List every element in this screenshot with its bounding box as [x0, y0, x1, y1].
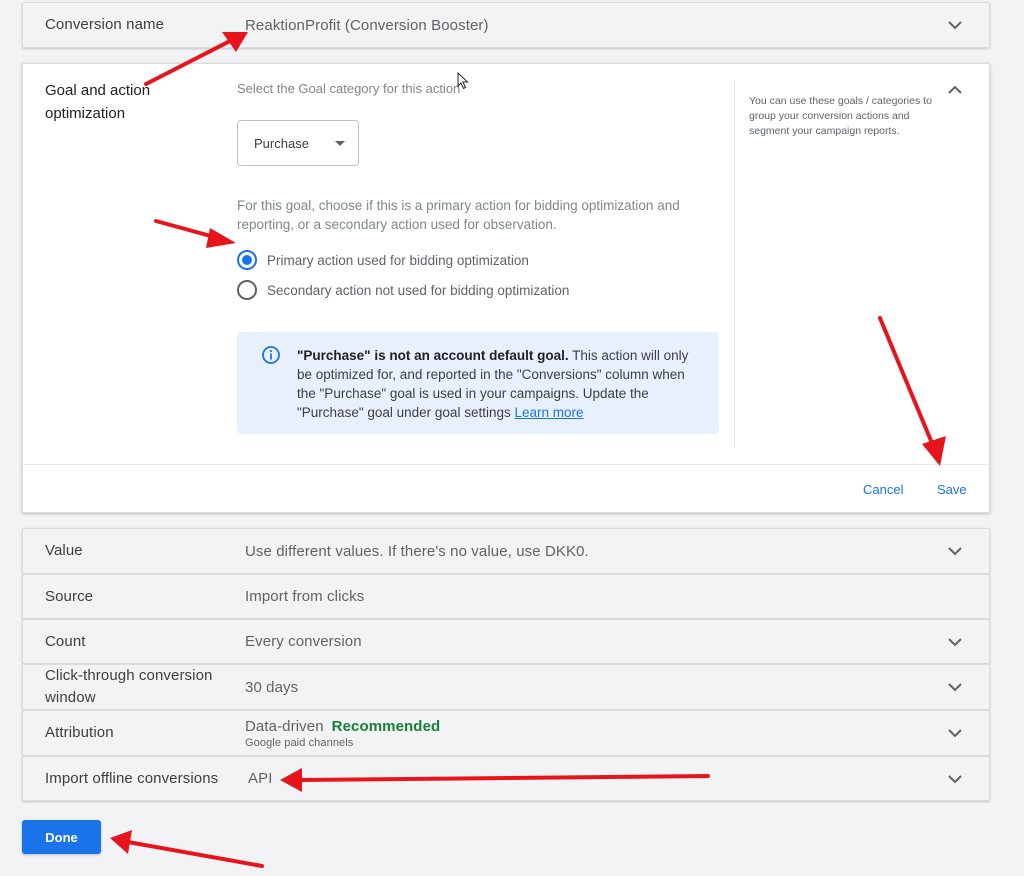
- count-label: Count: [45, 632, 86, 650]
- radio-checked-icon[interactable]: [237, 250, 257, 270]
- goal-optimization-panel: Goal and action optimization Select the …: [22, 63, 990, 513]
- click-through-window-label: Click-through conversion window: [45, 667, 213, 706]
- arrow-to-done: [110, 830, 264, 868]
- done-button[interactable]: Done: [22, 820, 101, 854]
- goal-category-prompt: Select the Goal category for this action: [237, 81, 461, 96]
- goal-action-description: For this goal, choose if this is a prima…: [237, 198, 680, 232]
- radio-unchecked-icon[interactable]: [237, 280, 257, 300]
- chevron-down-icon[interactable]: [945, 541, 965, 561]
- goal-help-text: You can use these goals / categories to …: [749, 95, 932, 137]
- primary-action-label: Primary action used for bidding optimiza…: [267, 252, 529, 268]
- goal-category-dropdown[interactable]: Purchase: [237, 120, 359, 166]
- source-label: Source: [45, 587, 94, 605]
- click-through-window-value: 30 days: [245, 678, 299, 696]
- value-value: Use different values. If there's no valu…: [245, 542, 589, 560]
- chevron-down-icon[interactable]: [945, 677, 965, 697]
- secondary-action-label: Secondary action not used for bidding op…: [267, 282, 570, 298]
- attribution-value: Data-driven: [245, 717, 324, 735]
- secondary-action-radio[interactable]: Secondary action not used for bidding op…: [237, 280, 569, 300]
- value-label: Value: [45, 542, 83, 559]
- goal-info-banner: "Purchase" is not an account default goa…: [237, 332, 719, 434]
- panel-footer-divider: [23, 464, 989, 465]
- count-row[interactable]: Count Every conversion: [22, 619, 990, 664]
- goal-category-selected: Purchase: [254, 135, 309, 151]
- offline-conversions-label: Import offline conversions: [45, 769, 219, 787]
- save-button[interactable]: Save: [937, 482, 967, 497]
- conversion-name-label: Conversion name: [45, 16, 165, 33]
- attribution-label: Attribution: [45, 724, 114, 741]
- cancel-button[interactable]: Cancel: [863, 482, 903, 497]
- info-icon: [261, 345, 281, 365]
- chevron-down-icon[interactable]: [945, 723, 965, 743]
- attribution-sub: Google paid channels: [245, 736, 354, 749]
- offline-conversions-row[interactable]: Import offline conversions API: [22, 756, 990, 801]
- attribution-value-group: Data-driven Recommended Google paid chann…: [245, 718, 989, 749]
- source-value: Import from clicks: [245, 588, 365, 605]
- goal-info-bold: "Purchase" is not an account default goa…: [297, 348, 569, 363]
- panel-divider: [734, 80, 735, 448]
- mouse-cursor-icon: [457, 71, 469, 95]
- chevron-down-icon[interactable]: [945, 632, 965, 652]
- recommended-badge: Recommended: [331, 717, 441, 735]
- conversion-name-row[interactable]: Conversion name ReaktionProfit (Conversi…: [22, 2, 990, 48]
- goal-info-text: "Purchase" is not an account default goa…: [297, 346, 701, 422]
- offline-conversions-value: API: [248, 770, 273, 787]
- click-through-window-row[interactable]: Click-through conversion window 30 days: [22, 664, 990, 710]
- attribution-row[interactable]: Attribution Data-driven Recommended Googl…: [22, 710, 990, 756]
- primary-action-radio[interactable]: Primary action used for bidding optimiza…: [237, 250, 529, 270]
- goal-optimization-title: Goal and action optimization: [45, 82, 151, 122]
- value-row[interactable]: Value Use different values. If there's n…: [22, 528, 990, 574]
- learn-more-link[interactable]: Learn more: [514, 405, 583, 420]
- chevron-down-icon[interactable]: [945, 769, 965, 789]
- source-row: Source Import from clicks: [22, 574, 990, 619]
- conversion-name-value: ReaktionProfit (Conversion Booster): [245, 16, 489, 34]
- dropdown-caret-icon: [335, 141, 345, 146]
- chevron-up-icon[interactable]: [945, 80, 965, 100]
- count-value: Every conversion: [245, 633, 362, 650]
- chevron-down-icon[interactable]: [945, 15, 965, 35]
